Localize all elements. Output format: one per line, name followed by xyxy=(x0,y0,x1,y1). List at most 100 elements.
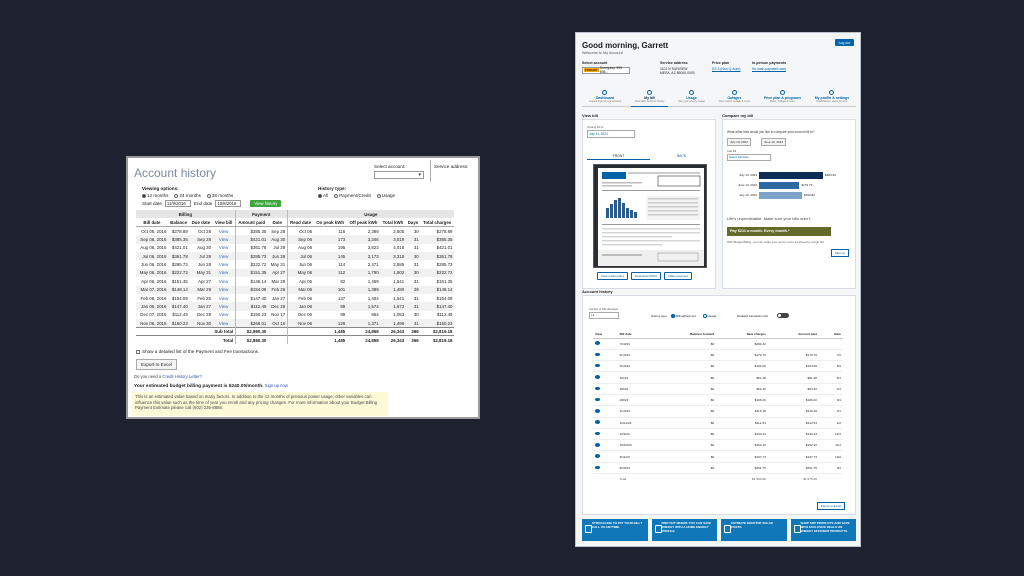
radio-usage[interactable]: Usage xyxy=(703,314,716,318)
export-excel-button[interactable]: Export to Excel xyxy=(816,502,845,510)
view-bill-cell[interactable] xyxy=(593,428,618,441)
eye-icon[interactable] xyxy=(595,420,600,424)
promo-banner-2[interactable]: FIND OUT WHERE YOU CAN SAVE ENERGY WITH … xyxy=(651,519,717,541)
view-bill-cell[interactable] xyxy=(593,417,618,429)
radio-24-months[interactable]: 24 months xyxy=(174,193,201,198)
logout-button[interactable]: Log out xyxy=(834,39,854,46)
compare-bar-row: July 10, 2023 $190.83 xyxy=(733,190,851,200)
eye-icon[interactable] xyxy=(595,454,600,458)
eye-icon[interactable] xyxy=(595,465,600,470)
eye-icon[interactable] xyxy=(595,386,600,391)
view-bill-cell[interactable] xyxy=(593,462,618,475)
end-date-input[interactable]: 10/8/2016 xyxy=(215,200,242,207)
view-bill-cell[interactable] xyxy=(593,405,618,418)
view-bill-cell[interactable] xyxy=(593,383,618,395)
view-bill-cell[interactable] xyxy=(593,349,618,362)
radio-all[interactable]: All xyxy=(318,193,328,198)
eye-icon[interactable] xyxy=(595,397,600,402)
view-bill-link[interactable]: View xyxy=(213,294,236,302)
credit-history-link[interactable]: Credit History Letter? xyxy=(162,374,202,379)
view-bill-cell[interactable] xyxy=(593,394,618,407)
select-account-dropdown[interactable]: ▾ xyxy=(374,171,424,179)
radio-36-months[interactable]: 36 months xyxy=(206,193,233,198)
radio-billing-payment[interactable]: Billing/Payment xyxy=(671,314,696,318)
eye-icon[interactable] xyxy=(595,443,600,447)
table-cell: $150.23 xyxy=(234,310,268,320)
tab-my-bill[interactable]: My bill View bills, account history xyxy=(630,89,669,107)
table-cell: Mar 29 xyxy=(271,278,286,284)
select-bill-date-dropdown[interactable]: Select bill date xyxy=(727,154,771,161)
radio-payment-credit[interactable]: Payment/Credit xyxy=(334,193,371,198)
back-tab[interactable]: BACK xyxy=(650,152,713,160)
table-cell: $151.35 xyxy=(171,278,188,284)
table-cell: Jul 28 xyxy=(273,245,286,251)
account-dropdown[interactable]: PRIMARY Sunnyday, 999 898... xyxy=(582,66,630,74)
sign-up-link[interactable]: Sign up now xyxy=(265,383,288,388)
view-bill-link[interactable]: View xyxy=(212,251,236,261)
usage-icon xyxy=(689,90,695,95)
table-cell: $148.14 xyxy=(234,277,268,286)
bill-preview[interactable] xyxy=(593,164,707,268)
table-cell: $1,575.36 xyxy=(803,477,817,482)
column-header: View xyxy=(593,330,618,339)
eye-icon[interactable] xyxy=(595,409,600,413)
tab-outages[interactable]: Outages View, report outage & more xyxy=(719,89,750,106)
detailed-transactions-toggle[interactable] xyxy=(777,313,789,318)
view-bill-link[interactable]: View xyxy=(213,244,236,252)
export-excel-button[interactable]: Export to Excel xyxy=(136,359,177,370)
tab-profile[interactable]: My profile & settings Notifications, aler… xyxy=(815,89,849,106)
view-bill-link[interactable]: View xyxy=(213,260,236,268)
bill-icon xyxy=(647,90,653,95)
promo-banner-3[interactable]: ESTIMATE ROOFTOP SOLAR COSTS. xyxy=(721,519,787,541)
viewing-bill-dropdown[interactable]: July 11, 2024 xyxy=(587,130,635,138)
eye-icon[interactable] xyxy=(595,375,600,379)
view-bill-link[interactable]: View xyxy=(212,319,236,328)
table-cell: 1,485 xyxy=(313,335,347,345)
promo-banner-4[interactable]: SHOP SRP PRODUCTS AND SAVE WITH EXCLUSIV… xyxy=(790,519,856,541)
tab-dashboard[interactable]: Dashboard A quick look at your account xyxy=(589,89,621,106)
table-cell: $112.53 xyxy=(716,417,768,429)
compare-chip-1[interactable]: July 10, 2024 xyxy=(727,138,751,146)
make-payment-button[interactable]: Make payment xyxy=(664,272,692,280)
front-tab[interactable]: FRONT xyxy=(587,152,650,160)
table-cell: 8/10/23 xyxy=(617,462,654,475)
view-credit-policy-button[interactable]: View credit policy xyxy=(597,272,629,280)
sign-up-button[interactable]: Sign up xyxy=(830,249,849,257)
eye-icon[interactable] xyxy=(595,431,600,436)
num-bills-dropdown[interactable]: 12 xyxy=(589,312,619,319)
view-bill-link[interactable]: View xyxy=(212,285,236,294)
view-bill-cell[interactable] xyxy=(593,439,618,452)
view-bill-link[interactable]: View xyxy=(212,235,236,244)
view-bill-link[interactable]: View xyxy=(213,311,236,319)
table-cell: Sep 28 xyxy=(271,228,286,234)
view-bill-link[interactable]: View xyxy=(213,277,236,285)
radio-12-months[interactable]: 12 months xyxy=(142,193,168,198)
view-bill-link[interactable]: View xyxy=(212,302,236,311)
eye-icon[interactable] xyxy=(595,363,600,368)
view-history-button[interactable]: View history xyxy=(250,200,282,207)
eye-icon[interactable] xyxy=(595,341,600,345)
account-history-table: View Bill date Balance forward New charges A… xyxy=(593,330,843,485)
view-bill-cell[interactable] xyxy=(593,360,618,373)
compare-chip-2[interactable]: June 10, 2024 xyxy=(761,138,787,146)
table-cell: $0 xyxy=(653,405,717,418)
tab-price-plan[interactable]: Price plan & programs Plans, budget & mor… xyxy=(764,89,801,106)
price-plan-link[interactable]: EZ-3 (Non Q-Aum) xyxy=(712,67,740,71)
table-cell: 366 xyxy=(405,326,421,336)
in-person-link[interactable]: No cash payment card xyxy=(752,67,786,71)
tab-usage[interactable]: Usage See your energy usage xyxy=(678,89,705,106)
view-bill-cell[interactable] xyxy=(593,338,618,350)
view-bill-link[interactable]: View xyxy=(213,227,236,235)
view-bill-cell[interactable] xyxy=(593,371,618,384)
group-usage: Usage xyxy=(286,210,454,219)
start-date-input[interactable]: 11/9/2016 xyxy=(164,200,191,207)
budget-billing-banner[interactable]: Pay $211 a month. Every month.* xyxy=(727,227,831,236)
show-detailed-checkbox[interactable]: Show a detailed list of the Payment and … xyxy=(136,349,259,354)
view-bill-cell[interactable] xyxy=(593,450,618,463)
view-bill-link[interactable]: View xyxy=(212,268,236,278)
eye-icon[interactable] xyxy=(595,352,600,357)
table-cell: 2,389 xyxy=(367,228,379,234)
promo-banner-1[interactable]: STRUGGLING TO PAY YOUR BILL? CALL US ANY… xyxy=(582,519,648,541)
radio-usage[interactable]: Usage xyxy=(376,193,395,198)
download-pdf-button[interactable]: Download (PDF) xyxy=(631,272,662,280)
